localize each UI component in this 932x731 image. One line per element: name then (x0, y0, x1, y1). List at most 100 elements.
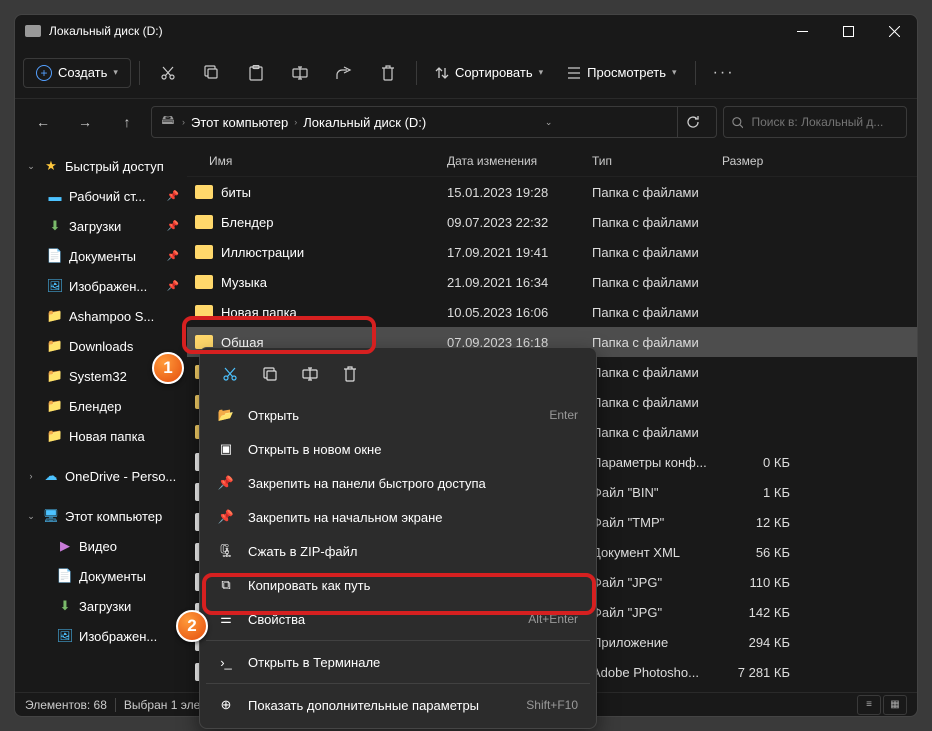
sidebar-pictures[interactable]: 🖼Изображен...📌 (15, 271, 187, 301)
sidebar-pictures2[interactable]: 🖼Изображен... (15, 621, 187, 651)
sidebar: ⌄★Быстрый доступ ▬Рабочий ст...📌 ⬇Загруз… (15, 145, 187, 692)
ctx-copy-path[interactable]: ⧉Копировать как путь (206, 568, 590, 602)
view-button[interactable]: Просмотреть ▾ (557, 59, 686, 86)
picture-icon: 🖼 (47, 278, 63, 294)
ctx-pin-quick[interactable]: 📌Закрепить на панели быстрого доступа (206, 466, 590, 500)
delete-button[interactable] (368, 55, 408, 91)
column-type[interactable]: Тип (592, 154, 722, 168)
back-button[interactable]: ← (25, 106, 61, 138)
ctx-delete-button[interactable] (332, 358, 368, 390)
ctx-open-new[interactable]: ▣Открыть в новом окне (206, 432, 590, 466)
thumbnails-view-button[interactable]: ▦ (883, 695, 907, 715)
close-button[interactable] (871, 15, 917, 47)
up-button[interactable]: ↑ (109, 106, 145, 138)
forward-button[interactable]: → (67, 106, 103, 138)
share-button[interactable] (324, 55, 364, 91)
rename-button[interactable] (280, 55, 320, 91)
file-type: Документ XML (592, 545, 722, 560)
folder-icon: 📁 (47, 308, 63, 324)
ctx-more[interactable]: ⊕Показать дополнительные параметрыShift+… (206, 688, 590, 722)
ctx-cut-button[interactable] (212, 358, 248, 390)
table-row[interactable]: биты15.01.2023 19:28Папка с файлами (187, 177, 917, 207)
separator (695, 61, 696, 85)
paste-button[interactable] (236, 55, 276, 91)
sidebar-newfolder[interactable]: 📁Новая папка (15, 421, 187, 451)
ctx-pin-start[interactable]: 📌Закрепить на начальном экране (206, 500, 590, 534)
folder-icon (195, 245, 213, 259)
column-date[interactable]: Дата изменения (447, 154, 592, 168)
folder-icon (195, 305, 213, 319)
plus-icon: + (36, 65, 52, 81)
breadcrumb-current[interactable]: Локальный диск (D:) (303, 115, 426, 130)
file-type: Приложение (592, 635, 722, 650)
more-icon: ⊕ (218, 697, 234, 713)
file-size: 56 КБ (722, 545, 802, 560)
file-name: Новая папка (221, 305, 297, 320)
sort-button[interactable]: Сортировать ▾ (425, 59, 553, 86)
sidebar-blender[interactable]: 📁Блендер (15, 391, 187, 421)
file-type: Папка с файлами (592, 275, 722, 290)
file-type: Файл "TMP" (592, 515, 722, 530)
pin-icon: 📌 (167, 251, 179, 262)
ctx-zip[interactable]: 🗜Сжать в ZIP-файл (206, 534, 590, 568)
sidebar-documents2[interactable]: 📄Документы (15, 561, 187, 591)
chevron-right-icon: › (182, 117, 185, 127)
file-name: Иллюстрации (221, 245, 304, 260)
file-type: Adobe Photosho... (592, 665, 722, 680)
more-button[interactable]: ··· (704, 55, 744, 91)
pin-icon: 📌 (218, 509, 234, 525)
table-row[interactable]: Блендер09.07.2023 22:32Папка с файлами (187, 207, 917, 237)
create-button[interactable]: + Создать ▾ (23, 58, 131, 88)
refresh-button[interactable] (677, 107, 708, 137)
ctx-rename-button[interactable] (292, 358, 328, 390)
table-row[interactable]: Иллюстрации17.09.2021 19:41Папка с файла… (187, 237, 917, 267)
file-type: Папка с файлами (592, 365, 722, 380)
table-row[interactable]: Новая папка10.05.2023 16:06Папка с файла… (187, 297, 917, 327)
sidebar-videos[interactable]: ▶Видео (15, 531, 187, 561)
sidebar-onedrive[interactable]: ›☁OneDrive - Perso... (15, 461, 187, 491)
ctx-copy-button[interactable] (252, 358, 288, 390)
breadcrumb-root[interactable]: Этот компьютер (191, 115, 288, 130)
folder-icon (195, 215, 213, 229)
ctx-open[interactable]: 📂ОткрытьEnter (206, 398, 590, 432)
titlebar: Локальный диск (D:) (15, 15, 917, 47)
copy-icon: ⧉ (218, 577, 234, 593)
file-name: биты (221, 185, 251, 200)
file-type: Файл "JPG" (592, 575, 722, 590)
cloud-icon: ☁ (43, 468, 59, 484)
maximize-button[interactable] (825, 15, 871, 47)
sidebar-quick-access[interactable]: ⌄★Быстрый доступ (15, 151, 187, 181)
separator (206, 683, 590, 684)
search-input[interactable] (751, 115, 898, 129)
file-size: 12 КБ (722, 515, 802, 530)
folder-icon: 📁 (47, 338, 63, 354)
chevron-down-icon: ▾ (113, 67, 118, 78)
sidebar-desktop[interactable]: ▬Рабочий ст...📌 (15, 181, 187, 211)
chevron-down-icon[interactable]: ⌄ (541, 117, 563, 128)
file-type: Папка с файлами (592, 185, 722, 200)
folder-icon (195, 185, 213, 199)
ctx-terminal[interactable]: ›_Открыть в Терминале (206, 645, 590, 679)
separator (115, 698, 116, 712)
pin-icon: 📌 (167, 191, 179, 202)
details-view-button[interactable]: ≡ (857, 695, 881, 715)
pc-icon: 🖥 (43, 508, 59, 524)
minimize-button[interactable] (779, 15, 825, 47)
sidebar-downloads[interactable]: ⬇Загрузки📌 (15, 211, 187, 241)
sidebar-thispc[interactable]: ⌄🖥Этот компьютер (15, 501, 187, 531)
download-icon: ⬇ (47, 218, 63, 234)
column-size[interactable]: Размер (722, 154, 802, 168)
copy-button[interactable] (192, 55, 232, 91)
sidebar-downloads3[interactable]: ⬇Загрузки (15, 591, 187, 621)
address-bar[interactable]: 🖴 › Этот компьютер › Локальный диск (D:)… (151, 106, 717, 138)
sidebar-ashampoo[interactable]: 📁Ashampoo S... (15, 301, 187, 331)
item-count: Элементов: 68 (25, 698, 107, 712)
cut-button[interactable] (148, 55, 188, 91)
table-row[interactable]: Музыка21.09.2021 16:34Папка с файлами (187, 267, 917, 297)
sidebar-documents[interactable]: 📄Документы📌 (15, 241, 187, 271)
ctx-properties[interactable]: ☰СвойстваAlt+Enter (206, 602, 590, 636)
create-label: Создать (58, 65, 107, 80)
search-icon (732, 116, 743, 129)
search-box[interactable] (723, 106, 907, 138)
column-name[interactable]: Имя (187, 154, 447, 168)
